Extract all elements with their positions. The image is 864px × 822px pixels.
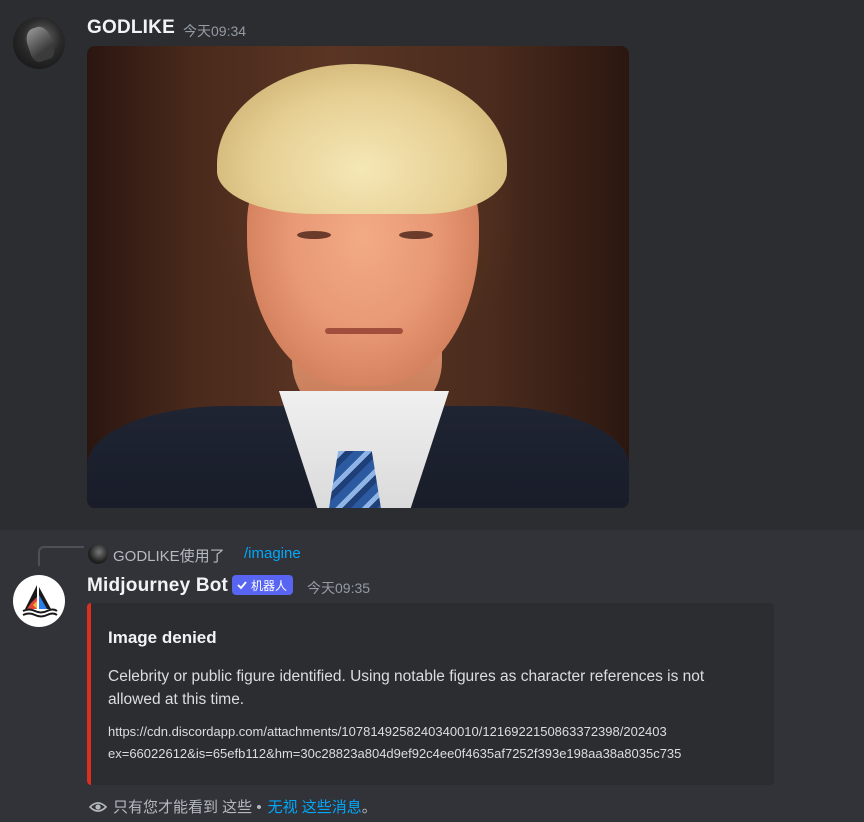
eye-icon: [89, 801, 107, 812]
ephemeral-tail: 。: [361, 799, 377, 816]
message-image-attachment[interactable]: [87, 46, 629, 508]
ephemeral-notice: 只有您才能看到 这些 • 无视 这些消息。: [89, 796, 377, 817]
bot-message-timestamp: 今天09:35: [307, 580, 371, 596]
reply-user-text[interactable]: GODLIKE使用了: [113, 545, 225, 566]
embed-description: Celebrity or public figure identified. U…: [108, 668, 705, 708]
embed-card: Image denied Celebrity or public figure …: [87, 603, 774, 785]
reply-connector: [38, 546, 84, 566]
reply-command[interactable]: /imagine: [244, 545, 301, 562]
embed-url-line-2[interactable]: ex=66022612&is=65efb112&hm=30c28823a804d…: [108, 746, 774, 761]
message-username[interactable]: GODLIKE: [87, 17, 175, 39]
photo-eye-right: [399, 231, 433, 239]
reply-avatar[interactable]: [88, 544, 108, 564]
photo-mouth: [325, 328, 403, 334]
checkmark-icon: [237, 581, 247, 590]
avatar-figure: [23, 24, 57, 64]
bot-tag-badge: 机器人: [232, 575, 294, 595]
bot-username[interactable]: Midjourney Bot: [87, 575, 228, 597]
message-godlike: GODLIKE 今天09:34: [0, 0, 864, 530]
ephemeral-text: 只有您才能看到 这些 •: [113, 799, 262, 816]
bot-tag-label: 机器人: [251, 578, 288, 593]
embed-url-line-1[interactable]: https://cdn.discordapp.com/attachments/1…: [108, 724, 774, 739]
dismiss-message-link[interactable]: 无视 这些消息: [268, 796, 362, 817]
user-avatar[interactable]: [13, 17, 65, 69]
embed-title: Image denied: [108, 628, 217, 647]
message-timestamp: 今天09:34: [183, 23, 247, 39]
midjourney-logo-icon: [22, 585, 58, 618]
bot-avatar[interactable]: [13, 575, 65, 627]
photo-eye-left: [297, 231, 331, 239]
